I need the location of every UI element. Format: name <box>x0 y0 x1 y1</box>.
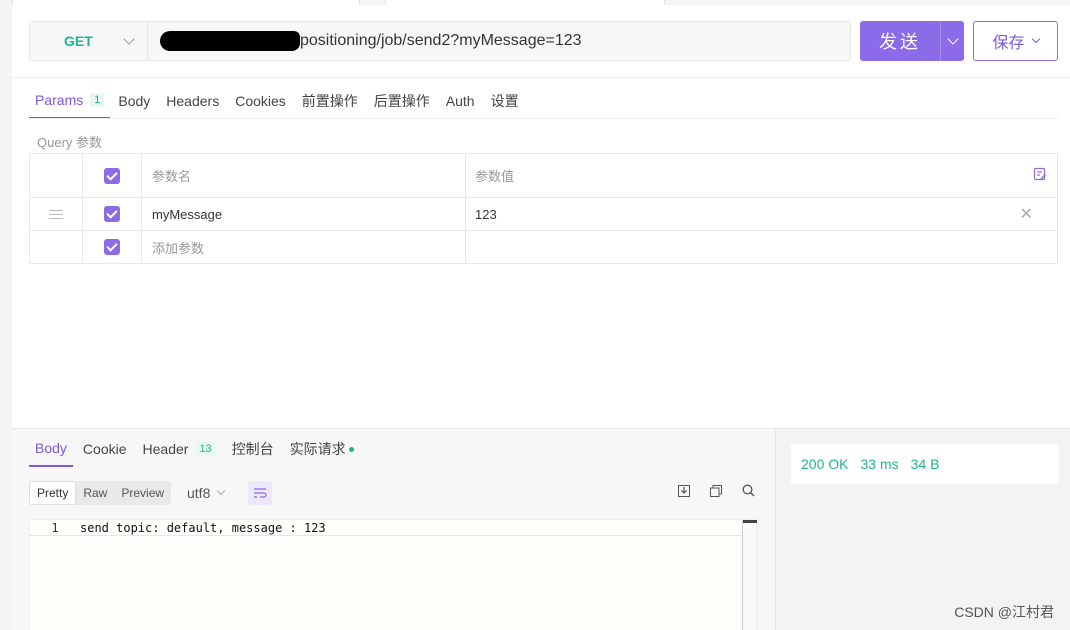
divider <box>12 77 1070 78</box>
redacted-host <box>160 31 300 51</box>
column-header-value: 参数值 <box>475 169 515 184</box>
response-tools <box>676 484 756 500</box>
wrap-lines-button[interactable] <box>248 481 272 505</box>
param-value-cell: 123 ✕ <box>466 198 1057 230</box>
tab-label: 实际请求 <box>289 441 346 457</box>
status-box: 200 OK 33 ms 34 B <box>791 444 1059 484</box>
wrap-icon <box>254 488 267 498</box>
tab-body[interactable]: Body <box>110 83 158 119</box>
table-row: 添加参数 <box>30 231 1057 263</box>
response-meta-panel: 200 OK 33 ms 34 B <box>775 428 1070 630</box>
format-toggle: Pretty Raw Preview <box>29 481 172 505</box>
param-value[interactable]: 123 <box>475 207 497 222</box>
tab-headers[interactable]: Headers <box>158 83 227 119</box>
scrollbar[interactable] <box>742 520 757 630</box>
select-all-checkbox[interactable] <box>104 167 120 184</box>
row-check-cell <box>83 231 142 263</box>
encoding-select[interactable]: utf8 <box>187 481 226 505</box>
drag-handle-cell <box>30 198 83 230</box>
tab-console[interactable]: 控制台 <box>226 431 280 467</box>
drag-column-header <box>30 154 83 197</box>
url-input[interactable]: positioning/job/send2?myMessage=123 <box>148 22 850 60</box>
column-header-name: 参数名 <box>142 154 466 197</box>
chevron-down-icon <box>1031 34 1040 44</box>
url-bar: GET positioning/job/send2?myMessage=123 <box>29 21 851 61</box>
save-button[interactable]: 保存 <box>973 21 1058 61</box>
tab-actual-request[interactable]: 实际请求 <box>284 431 360 467</box>
watermark: CSDN @江村君 <box>954 604 1054 620</box>
query-section-label: Query 参数 <box>37 135 103 150</box>
chevron-down-icon <box>946 33 959 45</box>
method-label: GET <box>64 33 93 49</box>
tab-params[interactable]: Params 1 <box>29 83 111 119</box>
download-icon[interactable] <box>676 484 692 500</box>
table-row: myMessage 123 ✕ <box>30 198 1057 231</box>
app-window: GET positioning/job/send2?myMessage=123 … <box>0 0 1070 630</box>
tab-auth[interactable]: Auth <box>438 83 483 119</box>
request-tabs: Params 1 Body Headers Cookies 前置操作 后置操作 … <box>29 83 527 119</box>
save-label: 保存 <box>992 35 1025 52</box>
chevron-down-icon <box>123 33 135 45</box>
param-value-cell[interactable] <box>466 231 1057 263</box>
close-icon[interactable]: ✕ <box>1020 204 1033 224</box>
param-name[interactable]: myMessage <box>142 198 466 230</box>
format-raw[interactable]: Raw <box>76 481 114 505</box>
tab-header[interactable]: Header 13 <box>137 431 222 467</box>
tab-pre-request[interactable]: 前置操作 <box>294 83 366 119</box>
status-code: 200 OK <box>801 456 849 472</box>
chevron-down-icon <box>217 486 226 496</box>
format-pretty[interactable]: Pretty <box>29 481 77 505</box>
tab-cookie[interactable]: Cookie <box>77 431 133 467</box>
request-panel: GET positioning/job/send2?myMessage=123 … <box>12 5 1070 428</box>
tab-cookies[interactable]: Cookies <box>227 83 294 119</box>
send-button-group: 发送 <box>860 21 964 61</box>
tab-settings[interactable]: 设置 <box>483 83 527 119</box>
encoding-label: utf8 <box>187 485 211 501</box>
row-checkbox[interactable] <box>104 206 120 222</box>
tab-post-request[interactable]: 后置操作 <box>366 83 438 119</box>
send-button[interactable]: 发送 <box>860 21 940 61</box>
response-body[interactable]: 1 send topic: default, message : 123 <box>29 519 757 630</box>
tab-label: Params <box>35 92 84 108</box>
format-preview[interactable]: Preview <box>114 481 171 505</box>
table-header: 参数名 参数值 <box>30 154 1057 198</box>
count-badge: 13 <box>195 442 216 456</box>
line-text: send topic: default, message : 123 <box>80 520 326 535</box>
response-tabs: Body Cookie Header 13 控制台 实际请求 <box>29 431 364 467</box>
send-options-button[interactable] <box>940 21 964 61</box>
drag-handle-cell <box>30 231 83 263</box>
response-size: 34 B <box>910 456 940 472</box>
params-table: 参数名 参数值 myMessage 123 ✕ 添加参数 <box>29 153 1058 264</box>
bulk-edit-icon[interactable] <box>1033 167 1047 184</box>
column-header-value-cell: 参数值 <box>466 154 1057 197</box>
divider <box>29 118 1058 119</box>
line-number: 1 <box>51 520 59 535</box>
method-select[interactable]: GET <box>30 22 148 60</box>
search-icon[interactable] <box>740 484 756 500</box>
response-time: 33 ms <box>860 456 899 472</box>
url-text: positioning/job/send2?myMessage=123 <box>300 32 582 49</box>
code-line: 1 send topic: default, message : 123 <box>30 520 744 536</box>
status-dot-icon <box>348 446 354 452</box>
copy-icon[interactable] <box>708 484 724 500</box>
drag-handle-icon[interactable] <box>49 209 63 219</box>
count-badge: 1 <box>90 93 105 107</box>
response-panel: Body Cookie Header 13 控制台 实际请求 Pretty Ra… <box>12 428 774 630</box>
add-param-input[interactable]: 添加参数 <box>142 231 466 263</box>
tab-label: Header <box>142 441 189 457</box>
row-check-cell <box>83 198 142 230</box>
tab-body[interactable]: Body <box>29 431 73 467</box>
row-checkbox[interactable] <box>104 239 120 255</box>
select-all-cell <box>83 154 142 197</box>
